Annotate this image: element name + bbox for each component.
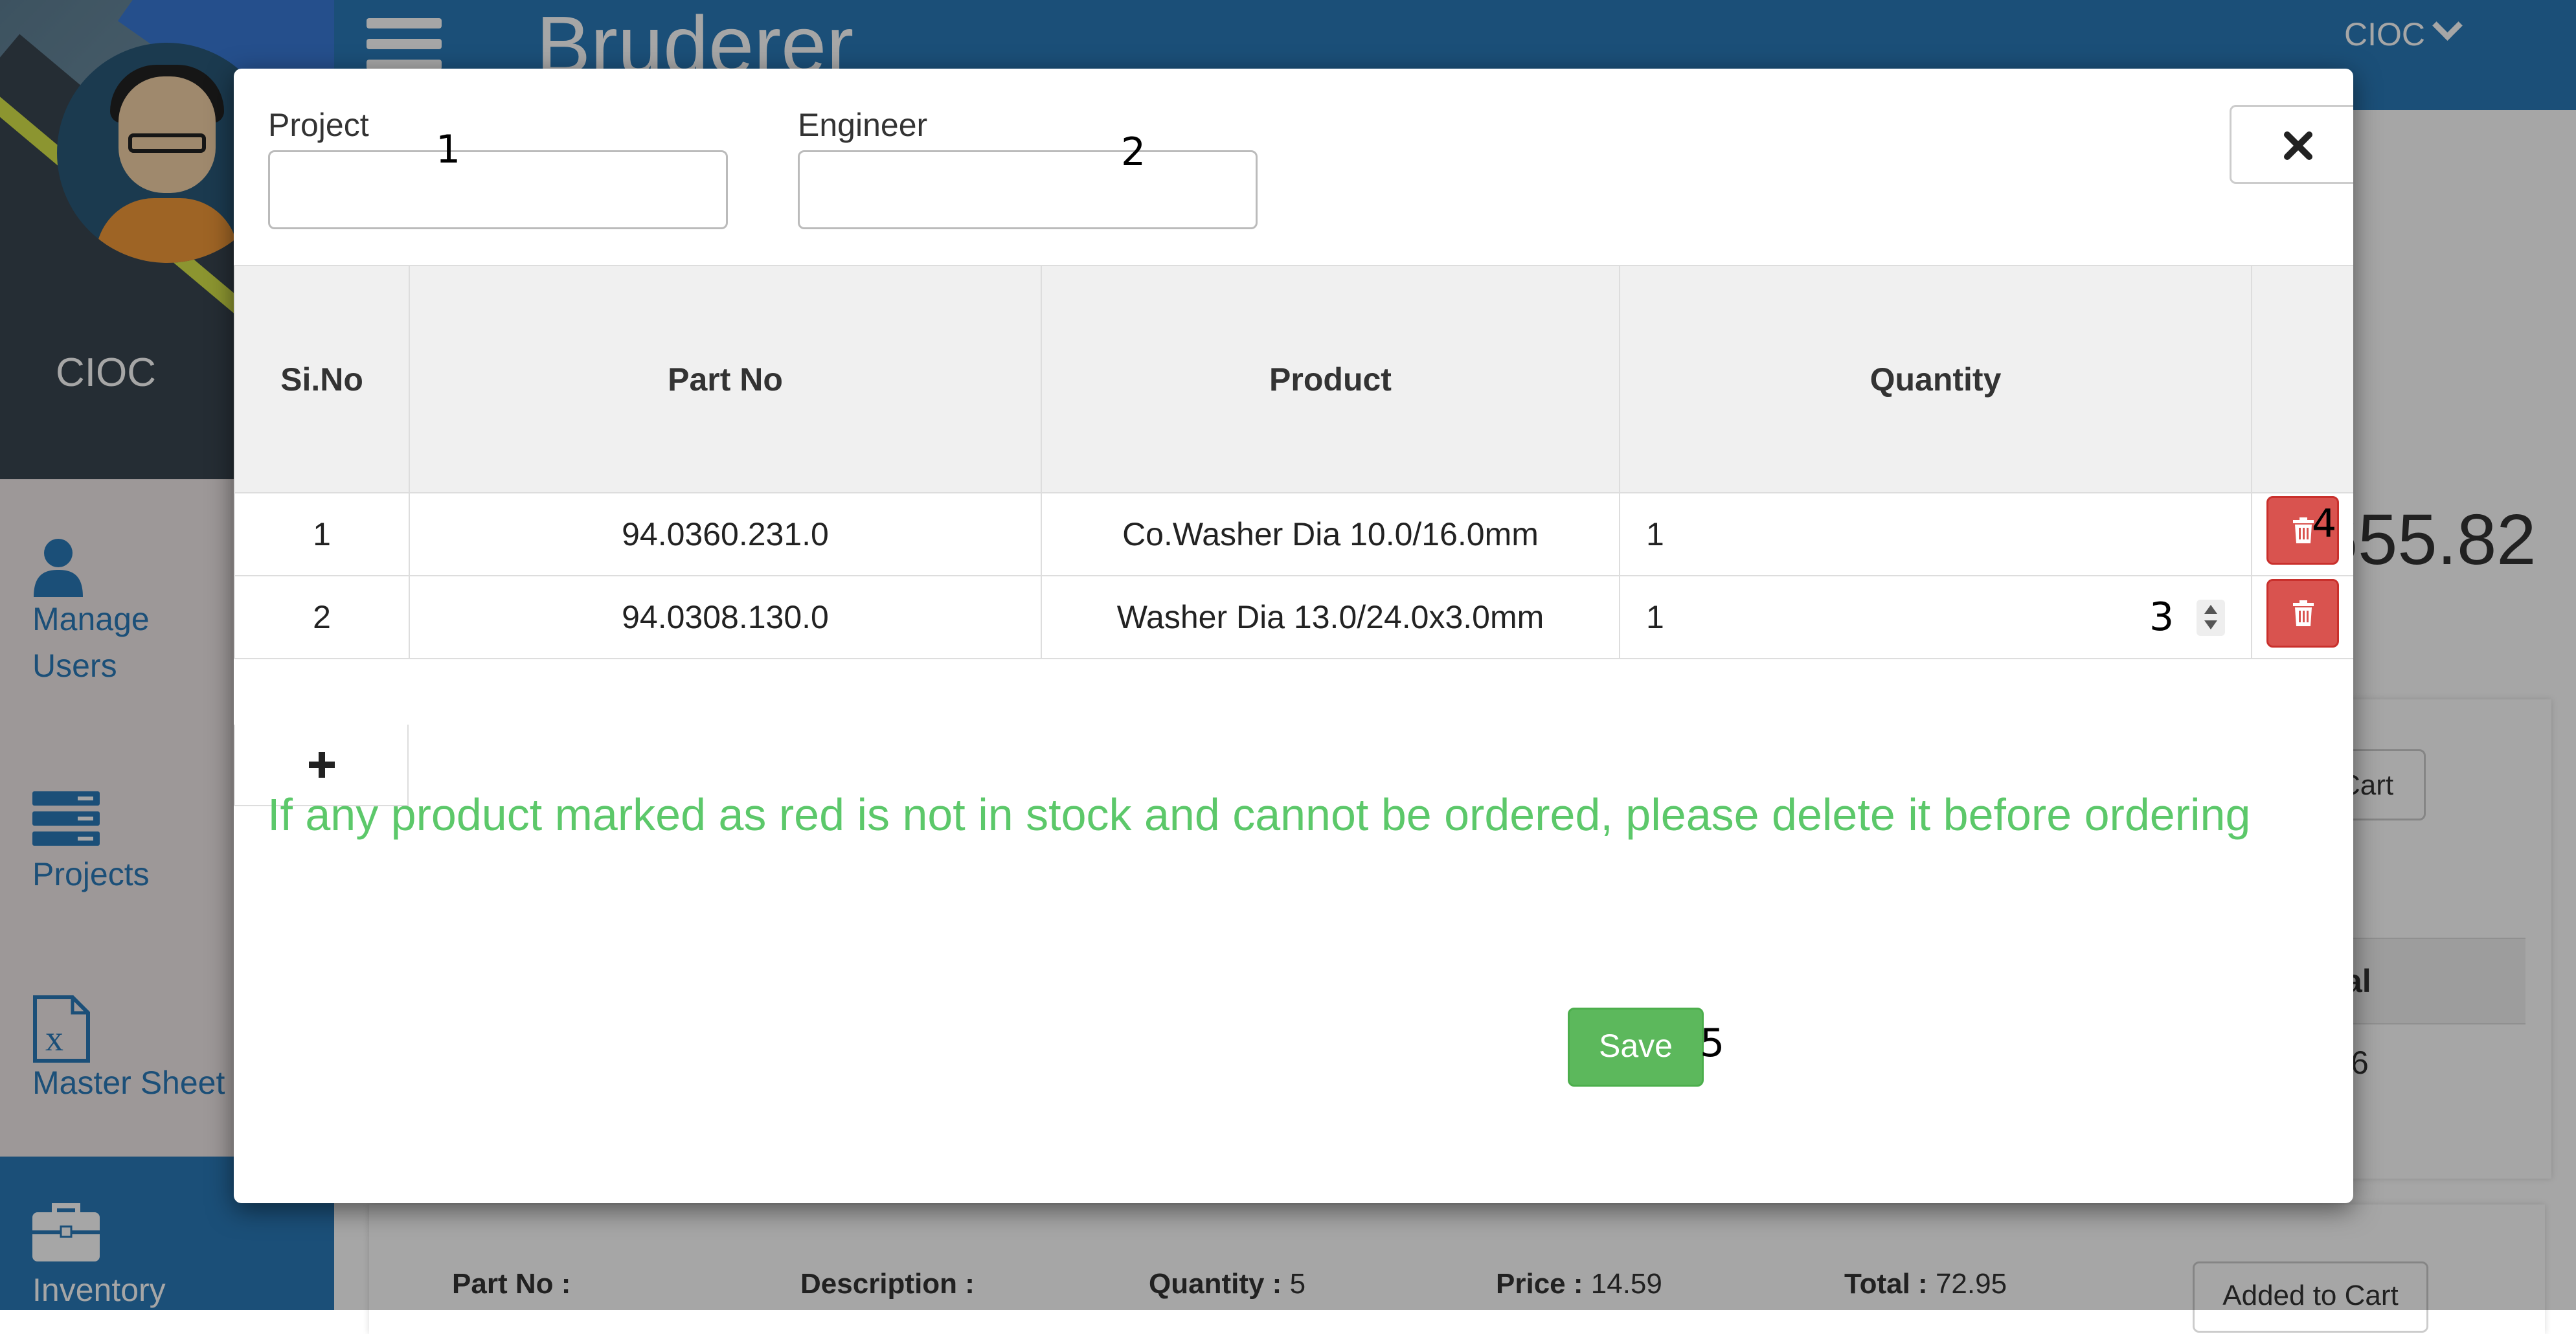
column-header-part-no: Part No xyxy=(409,265,1042,493)
part-no-cell: 94.0308.130.0 xyxy=(409,575,1042,659)
marker-4: 4 xyxy=(2312,501,2337,547)
marker-3: 3 xyxy=(2149,594,2175,640)
column-header-si-no: Si.No xyxy=(234,265,410,493)
action-cell xyxy=(2251,575,2353,659)
trash-icon xyxy=(2293,600,2314,626)
marker-5: 5 xyxy=(1700,1021,1725,1066)
marker-1: 1 xyxy=(436,127,461,172)
quantity-stepper[interactable] xyxy=(2197,600,2225,636)
project-input[interactable] xyxy=(268,150,728,229)
product-cell: Washer Dia 13.0/24.0x3.0mm xyxy=(1041,575,1620,659)
close-icon xyxy=(2284,131,2312,160)
si-no-cell: 2 xyxy=(234,575,410,659)
column-header-quantity: Quantity xyxy=(1619,265,2252,493)
stock-warning-message: If any product marked as red is not in s… xyxy=(267,789,2251,840)
engineer-input[interactable] xyxy=(798,150,1258,229)
save-button[interactable]: Save xyxy=(1568,1008,1704,1087)
quantity-cell[interactable]: 1 xyxy=(1619,492,2252,576)
table-row: 1 94.0360.231.0 Co.Washer Dia 10.0/16.0m… xyxy=(234,492,2353,576)
table-row: 2 94.0308.130.0 Washer Dia 13.0/24.0x3.0… xyxy=(234,575,2353,659)
quantity-value[interactable]: 1 xyxy=(1646,516,1664,552)
plus-icon xyxy=(309,752,335,778)
column-header-actions xyxy=(2251,265,2353,493)
table-header-row: Si.No Part No Product Quantity xyxy=(234,265,2353,493)
order-items-table: Si.No Part No Product Quantity 1 94.0360… xyxy=(234,265,2353,659)
product-cell: Co.Washer Dia 10.0/16.0mm xyxy=(1041,492,1620,576)
close-button[interactable] xyxy=(2230,105,2353,184)
order-modal: Project Engineer 1 2 Si.No Part No Produ… xyxy=(234,69,2353,1203)
part-no-cell: 94.0360.231.0 xyxy=(409,492,1042,576)
engineer-label: Engineer xyxy=(798,107,928,143)
column-header-product: Product xyxy=(1041,265,1620,493)
quantity-value[interactable]: 1 xyxy=(1646,599,1664,635)
delete-row-button[interactable] xyxy=(2266,579,2339,648)
action-cell xyxy=(2251,492,2353,576)
si-no-cell: 1 xyxy=(234,492,410,576)
project-label: Project xyxy=(268,107,369,143)
marker-2: 2 xyxy=(1121,130,1146,175)
